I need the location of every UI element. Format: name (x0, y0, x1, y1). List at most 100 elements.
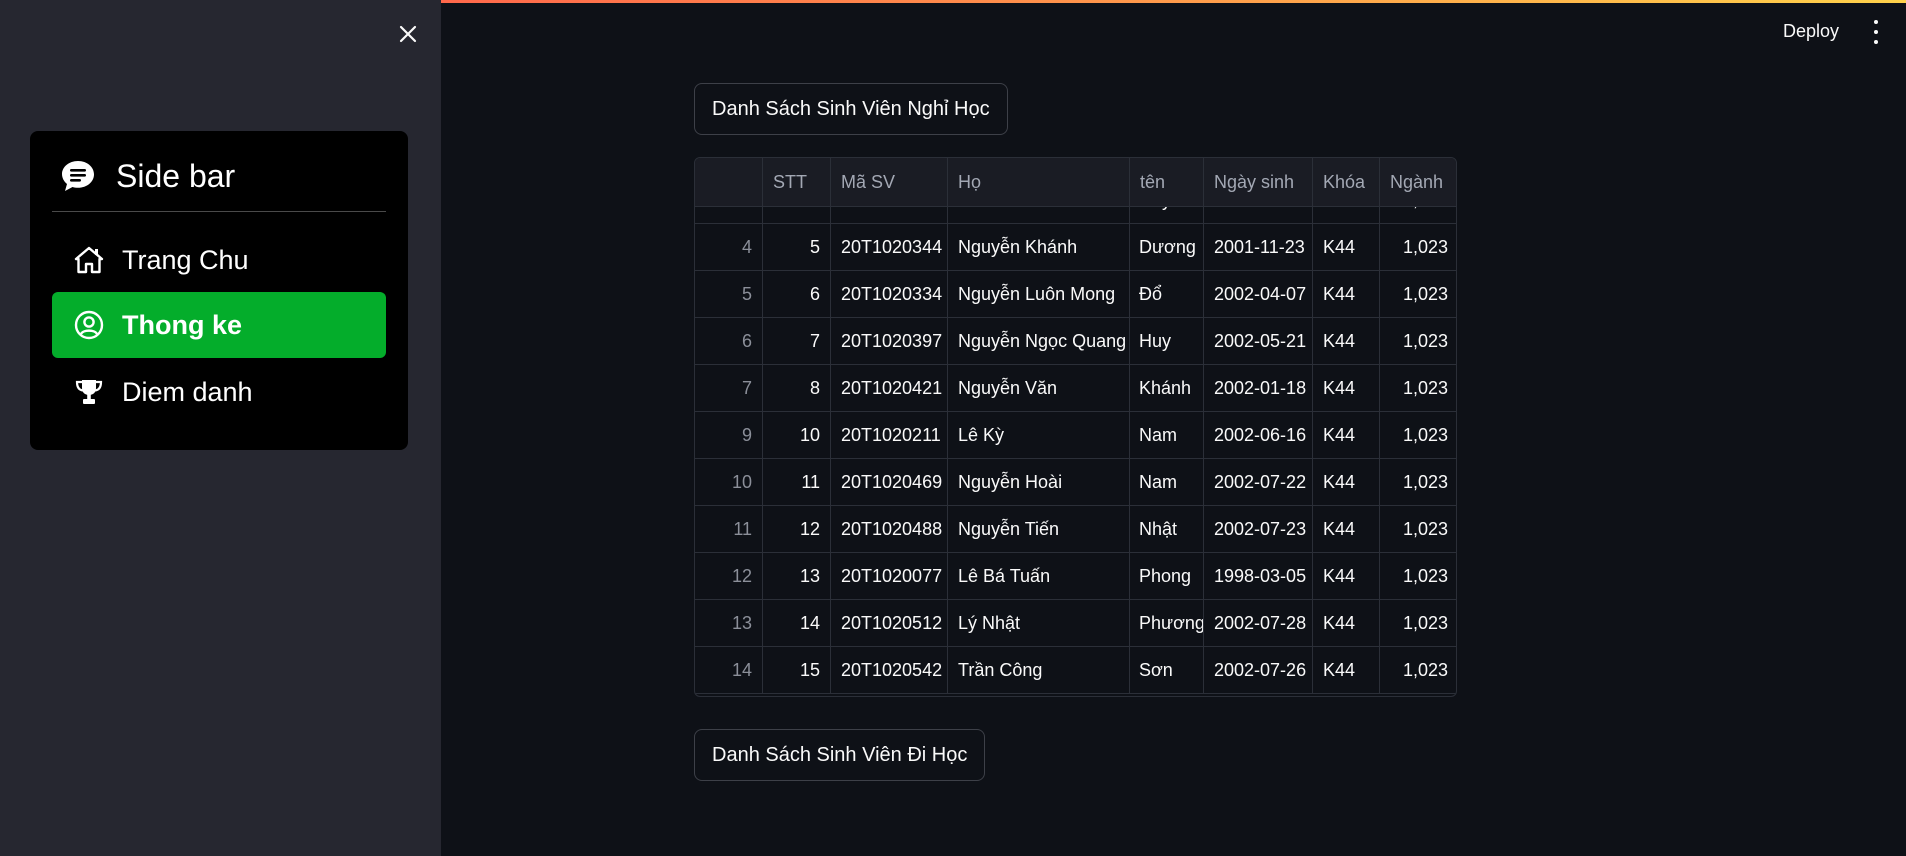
table-cell[interactable]: 1,023 (1380, 412, 1456, 459)
table-cell[interactable]: 1,023 (1380, 271, 1456, 318)
table-cell[interactable]: 2001-11-23 (1204, 224, 1313, 271)
table-cell[interactable]: 4 (763, 207, 831, 224)
table-cell[interactable]: 20T1020397 (831, 318, 948, 365)
close-sidebar-button[interactable] (396, 22, 420, 46)
table-body[interactable]: 3420T1020347Võ PhúcDuy2002-02-05K441,023… (695, 207, 1456, 696)
nav-item-diem-danh[interactable]: Diem danh (52, 359, 386, 425)
table-cell[interactable]: 2002-07-23 (1204, 506, 1313, 553)
table-cell[interactable]: 1,023 (1380, 647, 1456, 694)
table-cell[interactable]: 15 (763, 647, 831, 694)
table-row[interactable]: 7 8 20T1020421 Nguyễn Văn Khánh 2002-01-18 K44… (695, 365, 1456, 412)
table-cell[interactable]: Lê Bá Tuấn (948, 553, 1130, 600)
column-header[interactable]: STT (763, 158, 831, 207)
column-header[interactable]: Họ (948, 158, 1130, 207)
table-cell[interactable]: Nguyễn Tiến (948, 506, 1130, 553)
table-cell[interactable]: 1998-03-05 (1204, 553, 1313, 600)
table-cell[interactable]: 2002-05-21 (1204, 318, 1313, 365)
table-cell[interactable]: Nguyễn Khánh (948, 224, 1130, 271)
table-cell[interactable]: Nhật (1130, 506, 1204, 553)
table-cell[interactable]: Lý Nhật (948, 600, 1130, 647)
table-cell[interactable]: 5 (763, 224, 831, 271)
table-cell[interactable]: 1,023 (1380, 459, 1456, 506)
table-row[interactable]: 10 11 20T1020469 Nguyễn Hoài Nam 2002-07-22 K4… (695, 459, 1456, 506)
table-cell[interactable]: 14 (763, 600, 831, 647)
table-cell[interactable]: 2002-07-26 (1204, 647, 1313, 694)
table-cell[interactable]: 20T1020211 (831, 412, 948, 459)
table-cell[interactable]: 14 (695, 647, 763, 694)
table-cell[interactable]: 3 (695, 207, 763, 224)
table-cell[interactable]: Phương (1130, 600, 1204, 647)
table-cell[interactable]: K44 (1313, 271, 1380, 318)
table-row[interactable]: 12 13 20T1020077 Lê Bá Tuấn Phong 1998-03-05 K… (695, 553, 1456, 600)
table-cell[interactable]: Nam (1130, 459, 1204, 506)
table-cell[interactable]: 20T1020469 (831, 459, 948, 506)
table-cell[interactable]: K44 (1313, 459, 1380, 506)
table-cell[interactable]: Nam (1130, 412, 1204, 459)
table-cell[interactable]: 20T1020542 (831, 647, 948, 694)
table-cell[interactable]: 8 (763, 365, 831, 412)
table-cell[interactable]: 2002-02-05 (1204, 207, 1313, 224)
table-cell[interactable]: 7 (695, 365, 763, 412)
table-cell[interactable]: 9 (695, 412, 763, 459)
main-menu-button[interactable] (1868, 20, 1884, 44)
table-cell[interactable]: 12 (695, 553, 763, 600)
column-header[interactable]: tên (1130, 158, 1204, 207)
column-header[interactable]: Mã SV (831, 158, 948, 207)
table-cell[interactable]: 2002-07-22 (1204, 459, 1313, 506)
table-cell[interactable]: Sơn (1130, 647, 1204, 694)
table-cell[interactable]: 20T1020344 (831, 224, 948, 271)
table-cell[interactable]: 13 (763, 553, 831, 600)
table-row[interactable]: 5 6 20T1020334 Nguyễn Luôn Mong Đổ 2002-04-07… (695, 271, 1456, 318)
table-cell[interactable]: K44 (1313, 365, 1380, 412)
table-cell[interactable]: Huy (1130, 318, 1204, 365)
table-cell[interactable]: 12 (763, 506, 831, 553)
table-cell[interactable]: 1,023 (1380, 224, 1456, 271)
table-cell[interactable]: 1,023 (1380, 207, 1456, 224)
present-students-button[interactable]: Danh Sách Sinh Viên Đi Học (694, 729, 986, 781)
column-header[interactable]: Ngày sinh (1204, 158, 1313, 207)
table-row[interactable]: 11 12 20T1020488 Nguyễn Tiến Nhật 2002-07-23 K… (695, 506, 1456, 553)
table-cell[interactable]: Lê Kỳ (948, 412, 1130, 459)
table-cell[interactable]: Trần Công (948, 647, 1130, 694)
table-cell[interactable]: Dương (1130, 224, 1204, 271)
table-cell[interactable]: Nguyễn Luôn Mong (948, 271, 1130, 318)
absent-students-button[interactable]: Danh Sách Sinh Viên Nghỉ Học (694, 83, 1008, 135)
table-cell[interactable]: Nguyễn Văn (948, 365, 1130, 412)
table-cell[interactable]: Nguyễn Hoài (948, 459, 1130, 506)
table-cell[interactable]: 1,023 (1380, 318, 1456, 365)
table-cell[interactable]: 1,023 (1380, 600, 1456, 647)
table-cell[interactable]: 20T1020334 (831, 271, 948, 318)
table-cell[interactable]: K44 (1313, 224, 1380, 271)
table-row[interactable]: 6 7 20T1020397 Nguyễn Ngọc Quang Huy 2002-05-… (695, 318, 1456, 365)
table-cell[interactable]: 11 (763, 459, 831, 506)
table-cell[interactable]: 10 (695, 459, 763, 506)
table-cell[interactable]: Đổ (1130, 271, 1204, 318)
nav-item-thong-ke[interactable]: Thong ke (52, 292, 386, 358)
table-cell[interactable]: 20T1020347 (831, 207, 948, 224)
column-header[interactable]: Khóa (1313, 158, 1380, 207)
table-cell[interactable]: K44 (1313, 412, 1380, 459)
table-row[interactable]: 9 10 20T1020211 Lê Kỳ Nam 2002-06-16 K44 1,023 (695, 412, 1456, 459)
table-cell[interactable]: 1,023 (1380, 506, 1456, 553)
table-cell[interactable]: 2002-04-07 (1204, 271, 1313, 318)
table-cell[interactable]: 10 (763, 412, 831, 459)
nav-item-trang-chu[interactable]: Trang Chu (52, 227, 386, 293)
table-cell[interactable]: 20T1020077 (831, 553, 948, 600)
table-cell[interactable]: 2002-01-18 (1204, 365, 1313, 412)
deploy-button[interactable]: Deploy (1783, 21, 1839, 42)
table-cell[interactable]: 2002-07-28 (1204, 600, 1313, 647)
table-cell[interactable]: 11 (695, 506, 763, 553)
column-header[interactable] (695, 158, 763, 207)
table-cell[interactable]: K44 (1313, 647, 1380, 694)
table-row[interactable]: 14 15 20T1020542 Trần Công Sơn 2002-07-26 K44 1… (695, 647, 1456, 694)
table-cell[interactable]: Khánh (1130, 365, 1204, 412)
table-cell[interactable]: Duy (1130, 207, 1204, 224)
table-cell[interactable]: 5 (695, 271, 763, 318)
table-cell[interactable]: K44 (1313, 207, 1380, 224)
table-cell[interactable]: 6 (695, 318, 763, 365)
table-row[interactable]: 4 5 20T1020344 Nguyễn Khánh Dương 2001-11-23 K… (695, 224, 1456, 271)
table-cell[interactable]: 1,023 (1380, 553, 1456, 600)
table-cell[interactable]: Võ Phúc (948, 207, 1130, 224)
table-cell[interactable]: 1,023 (1380, 365, 1456, 412)
table-cell[interactable]: K44 (1313, 506, 1380, 553)
